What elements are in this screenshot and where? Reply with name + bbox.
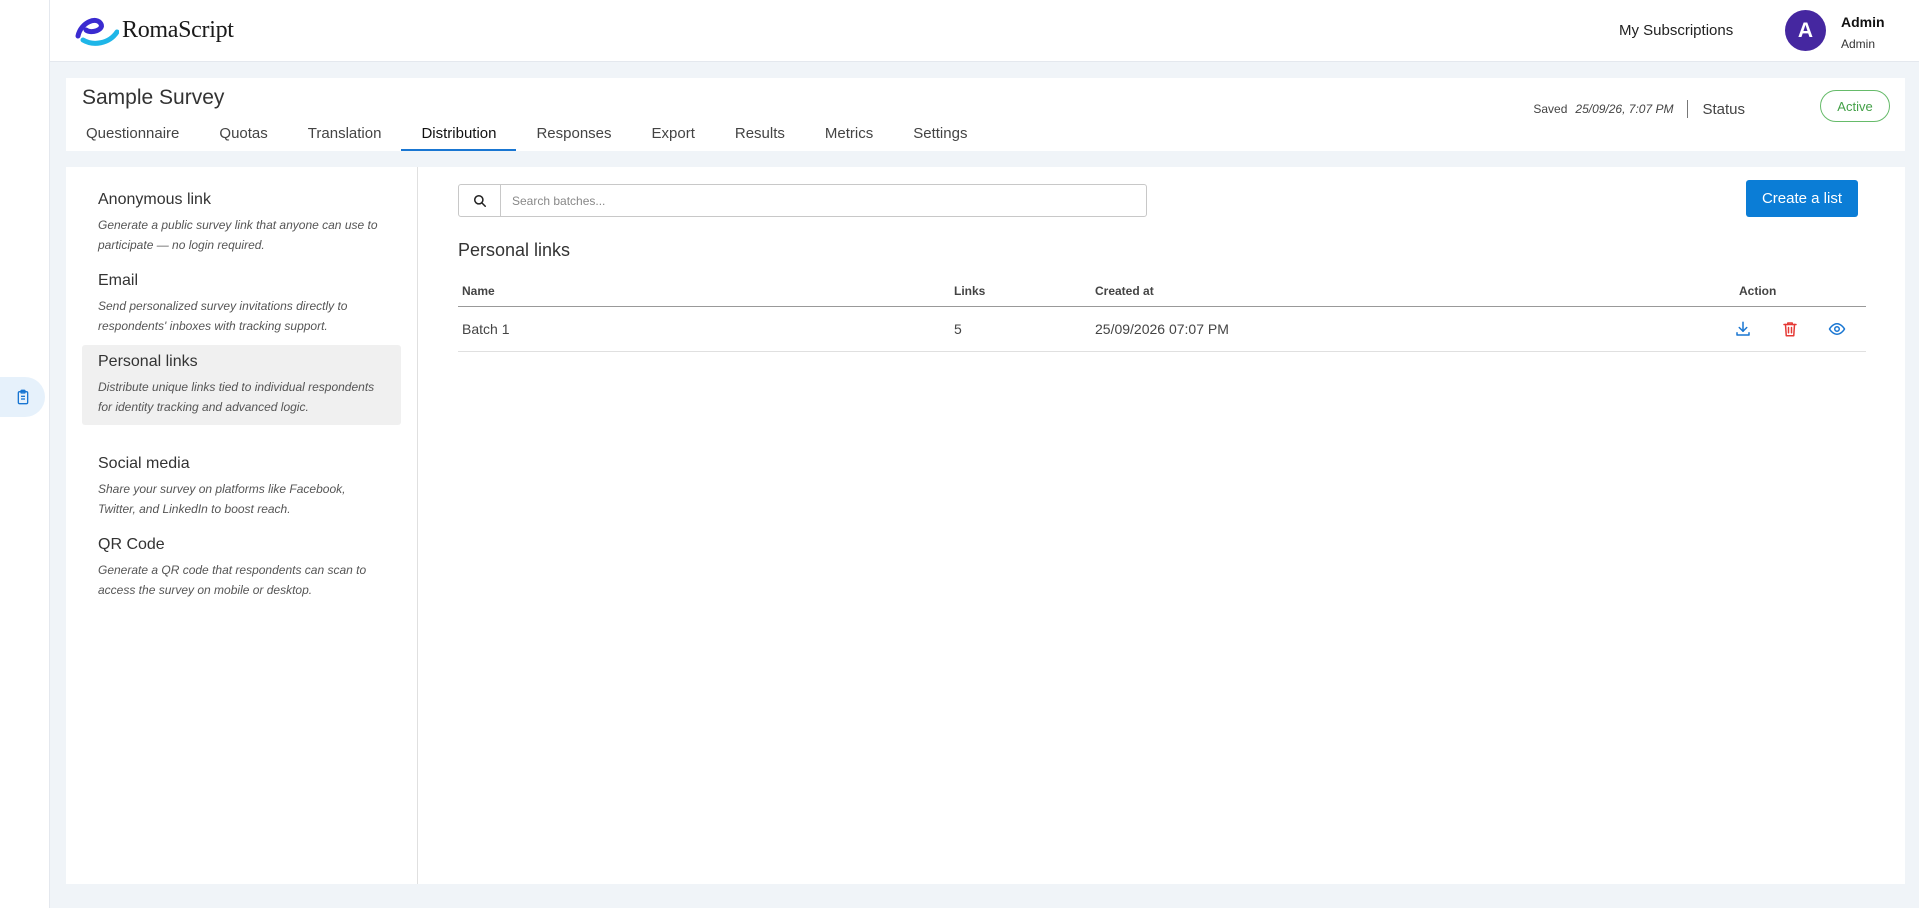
divider <box>1687 100 1689 118</box>
logo-mark-icon <box>75 18 119 46</box>
saved-label: Saved <box>1533 102 1568 116</box>
save-status: Saved 25/09/26, 7:07 PM Status <box>1533 100 1745 118</box>
column-header-name: Name <box>462 284 495 298</box>
clipboard-icon <box>17 389 28 405</box>
distribution-content: Anonymous link Generate a public survey … <box>66 167 1905 884</box>
download-icon[interactable] <box>1732 318 1754 340</box>
rail-item-surveys[interactable] <box>0 377 45 417</box>
column-header-links: Links <box>954 284 986 298</box>
side-rail <box>0 0 50 908</box>
survey-header: Sample Survey Saved 25/09/26, 7:07 PM St… <box>66 78 1905 151</box>
saved-time: 25/09/26, 7:07 PM <box>1575 102 1674 116</box>
my-subscriptions-link[interactable]: My Subscriptions <box>1619 22 1733 39</box>
tab-quotas[interactable]: Quotas <box>199 125 287 151</box>
personal-links-table: Name Links Created at Action Batch 1 5 2… <box>458 275 1866 352</box>
cell-name: Batch 1 <box>462 321 510 337</box>
search-icon[interactable] <box>459 185 501 216</box>
logo[interactable]: RomaScript <box>75 14 234 46</box>
survey-title: Sample Survey <box>82 86 225 109</box>
method-title: Anonymous link <box>98 191 211 208</box>
column-header-created-at: Created at <box>1095 284 1154 298</box>
status-label: Status <box>1702 100 1745 118</box>
cell-created-at: 25/09/2026 07:07 PM <box>1095 321 1229 337</box>
search-batches <box>458 184 1147 217</box>
method-qr-code[interactable]: QR Code Generate a QR code that responde… <box>82 528 401 608</box>
user-role: Admin <box>1841 37 1876 51</box>
tab-questionnaire[interactable]: Questionnaire <box>66 125 199 151</box>
trash-icon[interactable] <box>1779 318 1801 340</box>
method-description: Generate a public survey link that anyon… <box>98 218 378 252</box>
method-anonymous-link[interactable]: Anonymous link Generate a public survey … <box>82 183 401 263</box>
distribution-methods: Anonymous link Generate a public survey … <box>66 167 418 884</box>
tab-responses[interactable]: Responses <box>516 125 631 151</box>
tab-metrics[interactable]: Metrics <box>805 125 893 151</box>
logo-text: RomaScript <box>122 16 234 43</box>
search-input[interactable] <box>501 185 1146 216</box>
section-title: Personal links <box>458 240 571 260</box>
tab-export[interactable]: Export <box>632 125 715 151</box>
method-title: QR Code <box>98 536 165 553</box>
method-description: Share your survey on platforms like Face… <box>98 482 346 516</box>
tab-distribution[interactable]: Distribution <box>401 125 517 151</box>
tab-results[interactable]: Results <box>715 125 805 151</box>
create-list-button[interactable]: Create a list <box>1746 180 1858 217</box>
tab-settings[interactable]: Settings <box>893 125 987 151</box>
user-name: Admin <box>1841 14 1885 30</box>
method-title: Email <box>98 272 139 289</box>
method-personal-links[interactable]: Personal links Distribute unique links t… <box>82 345 401 425</box>
method-title: Personal links <box>98 353 198 370</box>
eye-icon[interactable] <box>1826 318 1848 340</box>
table-header: Name Links Created at Action <box>458 275 1866 307</box>
cell-links: 5 <box>954 321 962 337</box>
method-description: Send personalized survey invitations dir… <box>98 299 348 333</box>
tab-translation[interactable]: Translation <box>288 125 402 151</box>
method-description: Generate a QR code that respondents can … <box>98 563 367 597</box>
method-title: Social media <box>98 455 190 472</box>
method-social-media[interactable]: Social media Share your survey on platfo… <box>82 447 401 527</box>
top-bar: RomaScript My Subscriptions A Admin Admi… <box>50 0 1919 62</box>
method-email[interactable]: Email Send personalized survey invitatio… <box>82 264 401 344</box>
table-row: Batch 1 5 25/09/2026 07:07 PM <box>458 307 1866 352</box>
column-header-action: Action <box>1739 284 1777 298</box>
avatar[interactable]: A <box>1785 10 1826 51</box>
status-badge[interactable]: Active <box>1820 90 1890 122</box>
survey-tabs: Questionnaire Quotas Translation Distrib… <box>66 125 987 151</box>
method-description: Distribute unique links tied to individu… <box>98 380 375 414</box>
